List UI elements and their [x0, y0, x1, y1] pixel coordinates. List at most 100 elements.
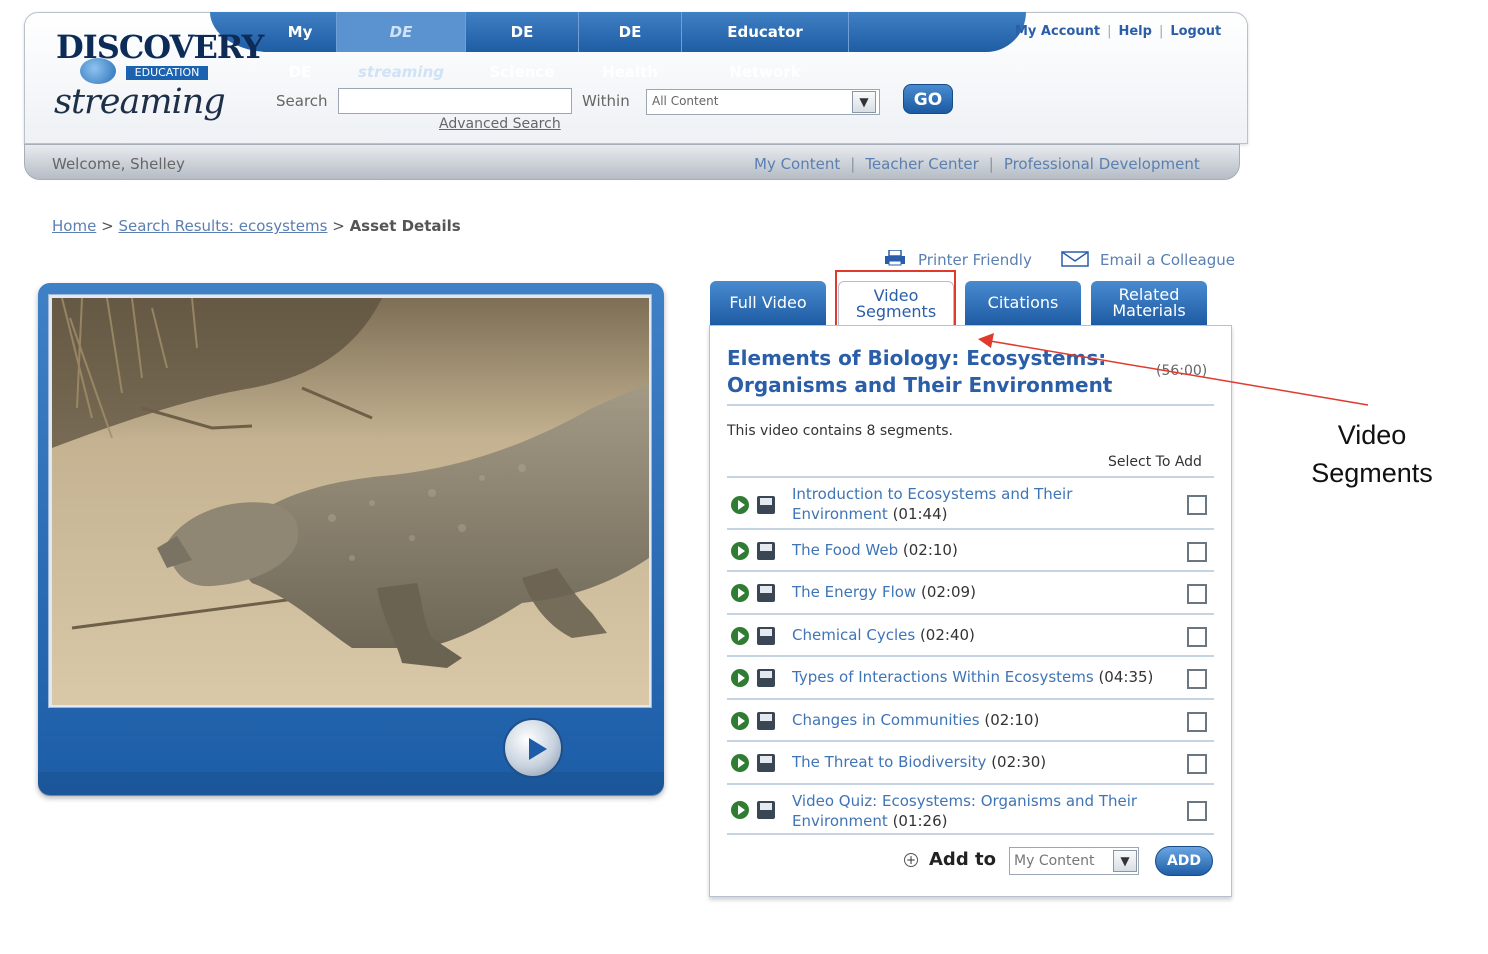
segment-row: Chemical Cycles (02:40): [727, 613, 1214, 655]
segment-text: Types of Interactions Within Ecosystems …: [792, 667, 1182, 687]
email-icon[interactable]: [1061, 251, 1089, 267]
segment-duration: (02:10): [984, 711, 1040, 729]
add-to-select-value: My Content: [1014, 853, 1095, 869]
segment-text: Changes in Communities (02:10): [792, 710, 1162, 730]
segment-checkbox[interactable]: [1187, 712, 1207, 732]
video-thumbnail-komodo-dragon[interactable]: [52, 298, 649, 705]
search-input[interactable]: [338, 88, 572, 114]
segment-row: Changes in Communities (02:10): [727, 698, 1214, 740]
play-circle-icon[interactable]: [731, 712, 749, 730]
professional-development-link[interactable]: Professional Development: [1004, 155, 1200, 173]
breadcrumb-home[interactable]: Home: [52, 217, 96, 235]
play-circle-icon[interactable]: [731, 627, 749, 645]
play-circle-icon[interactable]: [731, 496, 749, 514]
account-links: My Account | Help | Logout: [1015, 24, 1221, 39]
chevron-down-icon[interactable]: ▼: [852, 91, 876, 113]
play-circle-icon[interactable]: [731, 801, 749, 819]
save-icon[interactable]: [757, 496, 775, 514]
logout-link[interactable]: Logout: [1170, 24, 1221, 39]
chevron-down-icon[interactable]: ▼: [1113, 850, 1137, 872]
segment-checkbox[interactable]: [1187, 669, 1207, 689]
within-label: Within: [582, 92, 630, 110]
play-circle-icon[interactable]: [731, 754, 749, 772]
separator: |: [988, 155, 994, 173]
nav-de-health[interactable]: DE Health: [579, 12, 682, 81]
save-icon[interactable]: [757, 712, 775, 730]
segment-row: The Threat to Biodiversity (02:30): [727, 740, 1214, 783]
tab-full-video[interactable]: Full Video: [710, 281, 826, 325]
segment-text: Video Quiz: Ecosystems: Organisms and Th…: [792, 791, 1162, 831]
go-button[interactable]: GO: [903, 84, 953, 114]
segment-checkbox[interactable]: [1187, 584, 1207, 604]
printer-friendly-link[interactable]: Printer Friendly: [918, 251, 1032, 269]
segment-title-link[interactable]: Video Quiz: Ecosystems: Organisms and Th…: [792, 792, 1137, 830]
within-select-value: All Content: [652, 94, 719, 108]
segment-text: Introduction to Ecosystems and Their Env…: [792, 484, 1162, 524]
segment-row: The Food Web (02:10): [727, 528, 1214, 570]
segment-checkbox[interactable]: [1187, 754, 1207, 774]
tab-label: Full Video: [729, 293, 807, 312]
segment-title-link[interactable]: The Energy Flow: [792, 583, 916, 601]
segment-checkbox[interactable]: [1187, 627, 1207, 647]
separator: |: [1158, 24, 1164, 39]
segment-checkbox[interactable]: [1187, 801, 1207, 821]
search-label: Search: [276, 92, 328, 110]
nav-de-science[interactable]: DE Science: [466, 12, 579, 81]
nav-educator-network[interactable]: Educator Network: [682, 12, 849, 81]
segment-title-link[interactable]: Changes in Communities: [792, 711, 980, 729]
printer-icon[interactable]: [884, 250, 906, 266]
save-icon[interactable]: [757, 627, 775, 645]
play-circle-icon[interactable]: [731, 542, 749, 560]
segment-text: The Energy Flow (02:09): [792, 582, 1162, 602]
save-icon[interactable]: [757, 669, 775, 687]
segment-duration: (02:40): [919, 626, 975, 644]
add-button[interactable]: ADD: [1155, 846, 1213, 876]
my-account-link[interactable]: My Account: [1015, 24, 1100, 39]
segment-text: The Food Web (02:10): [792, 540, 1162, 560]
segment-duration: (04:35): [1098, 668, 1154, 686]
segment-title-link[interactable]: Chemical Cycles: [792, 626, 915, 644]
teacher-center-link[interactable]: Teacher Center: [865, 155, 978, 173]
nav-my-de[interactable]: My DE: [264, 12, 337, 81]
play-circle-icon[interactable]: [731, 584, 749, 602]
segment-text: Chemical Cycles (02:40): [792, 625, 1162, 645]
komodo-dragon-image: [52, 298, 649, 705]
save-icon[interactable]: [757, 754, 775, 772]
advanced-search-link[interactable]: Advanced Search: [439, 116, 561, 132]
breadcrumb-separator: >: [332, 217, 345, 235]
save-icon[interactable]: [757, 801, 775, 819]
play-button[interactable]: [503, 718, 563, 778]
tab-related-materials[interactable]: Related Materials: [1091, 281, 1207, 325]
annotation-label-line: Segments: [1311, 458, 1433, 488]
player-shadow: [38, 772, 664, 796]
select-to-add-header: Select To Add: [1108, 454, 1202, 470]
divider: [727, 404, 1214, 406]
segment-duration: (02:09): [920, 583, 976, 601]
play-circle-icon[interactable]: [731, 669, 749, 687]
segment-title-link[interactable]: The Threat to Biodiversity: [792, 753, 986, 771]
video-title[interactable]: Elements of Biology: Ecosystems: Organis…: [727, 345, 1157, 399]
globe-icon: [80, 58, 116, 84]
segment-row: Introduction to Ecosystems and Their Env…: [727, 476, 1214, 528]
segment-count-text: This video contains 8 segments.: [727, 423, 953, 439]
segment-title-link[interactable]: The Food Web: [792, 541, 898, 559]
tab-citations[interactable]: Citations: [965, 281, 1081, 325]
play-icon: [529, 738, 547, 760]
email-colleague-link[interactable]: Email a Colleague: [1100, 251, 1235, 269]
plus-icon: +: [904, 853, 918, 867]
breadcrumb-separator: >: [101, 217, 114, 235]
segment-checkbox[interactable]: [1187, 542, 1207, 562]
segment-checkbox[interactable]: [1187, 495, 1207, 515]
save-icon[interactable]: [757, 542, 775, 560]
segment-text: The Threat to Biodiversity (02:30): [792, 752, 1162, 772]
save-icon[interactable]: [757, 584, 775, 602]
welcome-text: Welcome, Shelley: [52, 155, 185, 173]
help-link[interactable]: Help: [1118, 24, 1151, 39]
segment-title-link[interactable]: Types of Interactions Within Ecosystems: [792, 668, 1094, 686]
separator: |: [850, 155, 856, 173]
sub-links: My Content | Teacher Center | Professional D…: [754, 155, 1200, 173]
breadcrumb-search-results[interactable]: Search Results: ecosystems: [118, 217, 327, 235]
logo-streaming-text[interactable]: streaming: [54, 82, 226, 122]
nav-de-streaming[interactable]: DE streaming: [337, 12, 466, 81]
my-content-link[interactable]: My Content: [754, 155, 840, 173]
